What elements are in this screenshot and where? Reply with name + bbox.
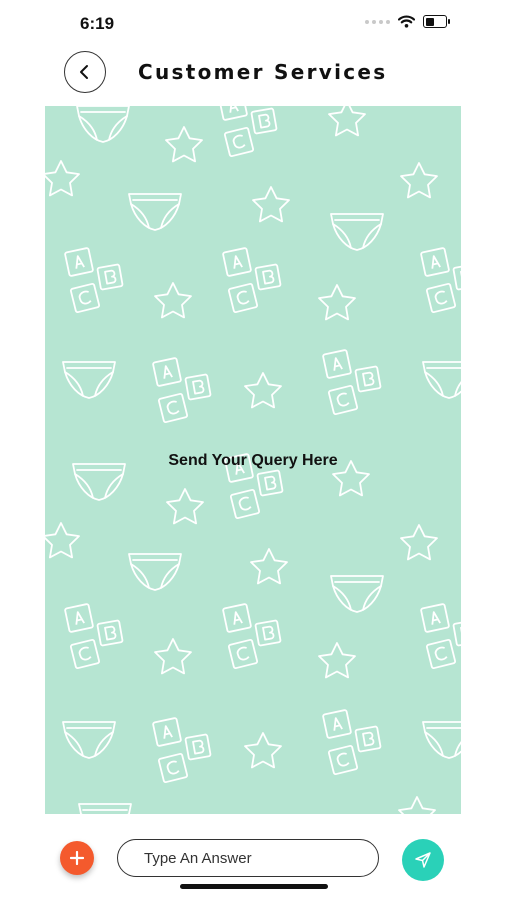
- status-bar: 6:19: [0, 0, 507, 50]
- send-button[interactable]: [402, 839, 444, 881]
- chat-area[interactable]: Send Your Query Here: [45, 106, 461, 822]
- back-button[interactable]: [64, 51, 106, 93]
- plus-icon: [70, 851, 84, 865]
- answer-input[interactable]: [117, 839, 379, 877]
- wifi-icon: [398, 15, 415, 28]
- signal-icon: [365, 19, 390, 24]
- status-icons: [365, 15, 450, 28]
- send-icon: [415, 852, 431, 868]
- add-attachment-button[interactable]: [60, 841, 94, 875]
- battery-icon: [423, 15, 450, 28]
- home-indicator: [180, 884, 328, 889]
- page-title: Customer Services: [138, 60, 388, 84]
- chevron-left-icon: [80, 65, 88, 79]
- empty-chat-message: Send Your Query Here: [168, 452, 338, 469]
- status-time: 6:19: [80, 14, 115, 33]
- header: Customer Services: [0, 48, 507, 104]
